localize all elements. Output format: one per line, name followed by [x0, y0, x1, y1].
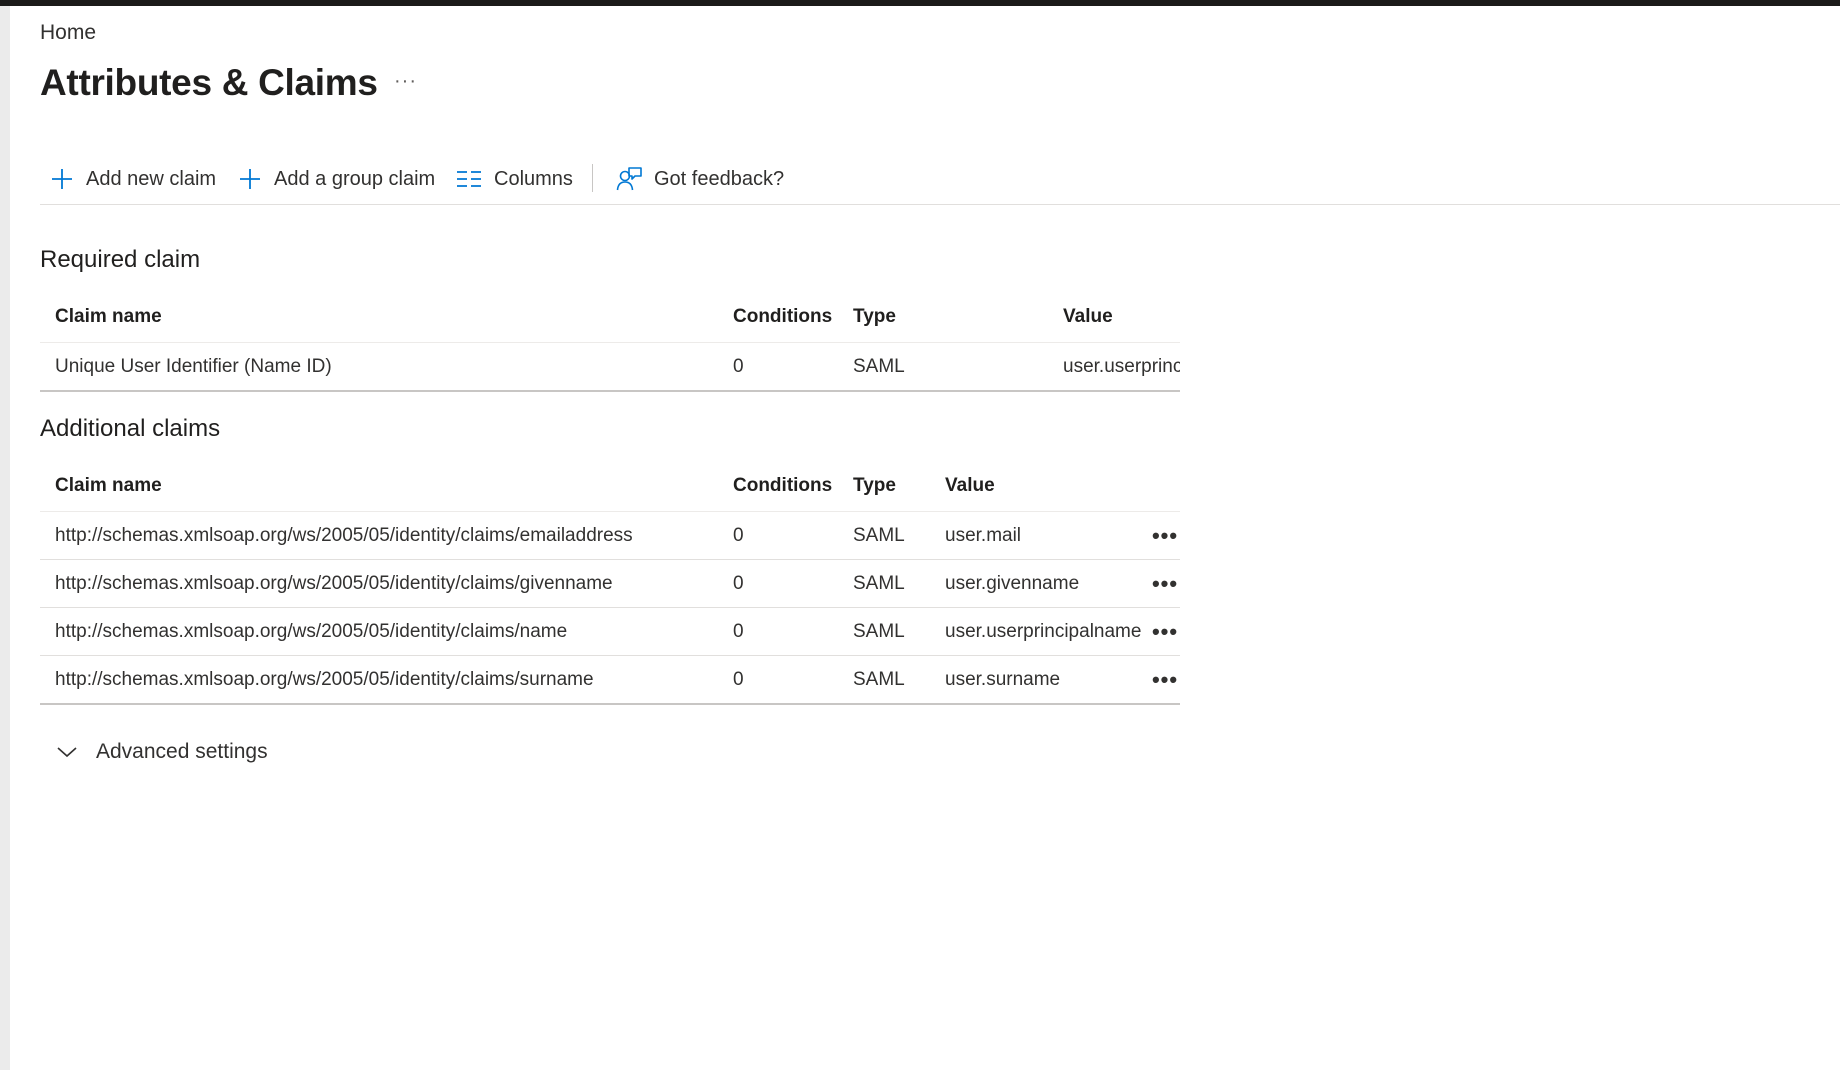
additional-claims-heading: Additional claims — [40, 415, 221, 442]
conditions-cell: 0 — [733, 620, 744, 642]
row-more-options-button[interactable]: ••• — [1150, 656, 1180, 703]
table-header-row: Claim name Conditions Type Value — [40, 461, 1180, 512]
value-cell: user.givenname — [945, 572, 1080, 594]
add-group-claim-label: Add a group claim — [274, 167, 436, 190]
table-row[interactable]: http://schemas.xmlsoap.org/ws/2005/05/id… — [40, 512, 1180, 560]
column-header-conditions[interactable]: Conditions — [733, 461, 843, 511]
conditions-cell: 0 — [733, 355, 744, 377]
value-cell: user.mail — [945, 524, 1022, 546]
columns-label: Columns — [494, 167, 573, 190]
table-row[interactable]: Unique User Identifier (Name ID) 0 SAML … — [40, 343, 1180, 390]
additional-claims-table: Claim name Conditions Type Value http://… — [40, 461, 1180, 705]
title-more-options-button[interactable]: ··· — [394, 70, 417, 93]
row-more-options-button[interactable]: ••• — [1150, 512, 1180, 559]
value-cell: user.userprincipalname — [945, 620, 1142, 642]
table-header-row: Claim name Conditions Type Value — [40, 292, 1180, 343]
claim-name-cell[interactable]: http://schemas.xmlsoap.org/ws/2005/05/id… — [55, 512, 715, 559]
column-header-value[interactable]: Value — [945, 461, 1145, 511]
page-content: Home Attributes & Claims ··· Add new cla… — [40, 6, 1840, 1070]
plus-icon — [240, 169, 260, 189]
breadcrumb-home[interactable]: Home — [40, 21, 96, 45]
advanced-settings-toggle[interactable]: Advanced settings — [56, 740, 268, 764]
table-row[interactable]: http://schemas.xmlsoap.org/ws/2005/05/id… — [40, 608, 1180, 656]
command-bar: Add new claim Add a group claim Columns … — [40, 154, 1840, 205]
claim-name-cell[interactable]: http://schemas.xmlsoap.org/ws/2005/05/id… — [55, 560, 715, 607]
feedback-icon — [616, 167, 642, 191]
page-title: Attributes & Claims — [40, 62, 378, 103]
columns-button[interactable]: Columns — [456, 162, 573, 196]
plus-icon — [52, 169, 72, 189]
column-header-conditions[interactable]: Conditions — [733, 292, 843, 342]
toolbar-separator — [592, 164, 593, 192]
add-new-claim-label: Add new claim — [86, 167, 217, 190]
feedback-button[interactable]: Got feedback? — [616, 162, 784, 196]
required-claim-heading: Required claim — [40, 246, 201, 273]
claim-name-cell[interactable]: Unique User Identifier (Name ID) — [55, 343, 715, 390]
conditions-cell: 0 — [733, 572, 744, 594]
type-cell: SAML — [853, 524, 905, 546]
chevron-down-icon — [57, 747, 77, 758]
conditions-cell: 0 — [733, 668, 744, 690]
column-header-type[interactable]: Type — [853, 292, 943, 342]
advanced-settings-label: Advanced settings — [96, 740, 268, 763]
table-row[interactable]: http://schemas.xmlsoap.org/ws/2005/05/id… — [40, 656, 1180, 703]
table-row[interactable]: http://schemas.xmlsoap.org/ws/2005/05/id… — [40, 560, 1180, 608]
claim-name-cell[interactable]: http://schemas.xmlsoap.org/ws/2005/05/id… — [55, 608, 715, 655]
row-more-options-button[interactable]: ••• — [1150, 608, 1180, 655]
type-cell: SAML — [853, 572, 905, 594]
column-header-claim-name[interactable]: Claim name — [55, 292, 715, 342]
claim-name-cell[interactable]: http://schemas.xmlsoap.org/ws/2005/05/id… — [55, 656, 715, 703]
add-new-claim-button[interactable]: Add new claim — [50, 162, 216, 196]
column-header-type[interactable]: Type — [853, 461, 943, 511]
required-claim-table: Claim name Conditions Type Value Unique … — [40, 292, 1180, 392]
column-header-value[interactable]: Value — [1063, 292, 1180, 342]
conditions-cell: 0 — [733, 524, 744, 546]
columns-icon — [457, 171, 481, 187]
column-header-claim-name[interactable]: Claim name — [55, 461, 715, 511]
add-group-claim-button[interactable]: Add a group claim — [238, 162, 435, 196]
type-cell: SAML — [853, 355, 905, 377]
type-cell: SAML — [853, 620, 905, 642]
left-rail — [0, 6, 10, 1070]
type-cell: SAML — [853, 668, 905, 690]
row-more-options-button[interactable]: ••• — [1150, 560, 1180, 607]
value-cell: user.surname — [945, 668, 1061, 690]
feedback-label: Got feedback? — [654, 167, 785, 190]
value-cell: user.userprinc — [1063, 355, 1180, 377]
